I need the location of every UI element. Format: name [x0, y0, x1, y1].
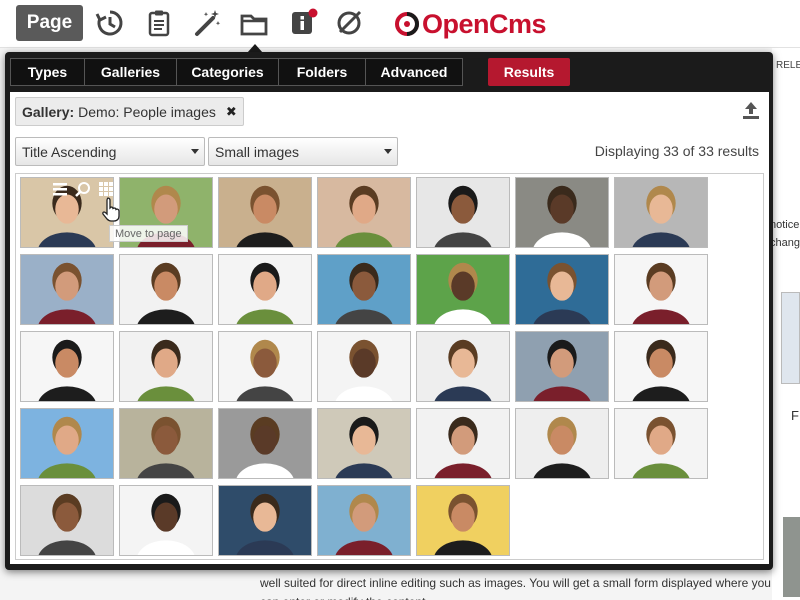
size-select-value: Small images — [215, 143, 300, 160]
image-thumbnail[interactable] — [20, 408, 114, 479]
image-thumbnail[interactable] — [416, 485, 510, 556]
background-body-text: well suited for direct inline editing su… — [260, 576, 771, 600]
folder-icon[interactable] — [237, 6, 271, 40]
magic-wand-icon[interactable] — [190, 6, 224, 40]
tab-results[interactable]: Results — [488, 58, 570, 86]
gallery-chip-name: Demo: People images — [78, 103, 216, 120]
sort-select-value: Title Ascending — [22, 143, 117, 160]
image-thumbnail[interactable] — [416, 254, 510, 325]
chevron-down-icon — [191, 149, 199, 154]
image-thumbnail[interactable] — [317, 331, 411, 402]
history-icon[interactable] — [93, 6, 127, 40]
page-button[interactable]: Page — [16, 5, 83, 41]
gallery-filter-chip: Gallery: Demo: People images ✖ — [15, 97, 244, 126]
tab-galleries[interactable]: Galleries — [84, 58, 176, 86]
image-thumbnail[interactable] — [614, 177, 708, 248]
hide-icon[interactable] — [332, 6, 366, 40]
image-thumbnail[interactable] — [20, 485, 114, 556]
image-thumbnail[interactable] — [317, 254, 411, 325]
remove-filter-icon[interactable]: ✖ — [226, 104, 237, 120]
image-thumbnail[interactable] — [119, 408, 213, 479]
tab-types[interactable]: Types — [10, 58, 84, 86]
image-thumbnail[interactable] — [416, 408, 510, 479]
gallery-tabs: Types Galleries Categories Folders Advan… — [10, 58, 463, 86]
tab-folders[interactable]: Folders — [278, 58, 365, 86]
opencms-logo-icon — [395, 12, 419, 36]
image-thumbnail[interactable] — [515, 254, 609, 325]
image-thumbnail[interactable] — [317, 485, 411, 556]
hand-cursor-icon — [102, 197, 120, 222]
size-select[interactable]: Small images — [208, 137, 398, 166]
image-thumbnail[interactable] — [416, 177, 510, 248]
image-thumbnail[interactable] — [20, 331, 114, 402]
image-thumbnail[interactable] — [119, 331, 213, 402]
image-thumbnail[interactable] — [317, 177, 411, 248]
zoom-icon[interactable] — [72, 179, 93, 199]
background-thumbnail — [781, 292, 800, 384]
info-icon[interactable] — [286, 6, 320, 40]
background-releases-text: RELE — [776, 60, 800, 71]
top-toolbar: Page OpenCms — [0, 0, 800, 48]
image-thumbnail[interactable] — [218, 177, 312, 248]
gallery-chip-prefix: Gallery: — [22, 103, 75, 120]
image-thumbnail[interactable] — [614, 254, 708, 325]
image-thumbnail[interactable] — [218, 254, 312, 325]
results-panel: Gallery: Demo: People images ✖ Title Asc… — [10, 92, 769, 564]
opencms-logo: OpenCms — [394, 4, 547, 44]
image-thumbnail[interactable] — [515, 177, 609, 248]
gallery-dialog: Types Galleries Categories Folders Advan… — [5, 52, 773, 570]
image-thumbnail[interactable] — [416, 331, 510, 402]
image-thumbnail[interactable] — [218, 408, 312, 479]
tab-categories[interactable]: Categories — [176, 58, 278, 86]
background-f-text: F — [791, 408, 799, 423]
image-thumbnail[interactable] — [218, 331, 312, 402]
background-notice-text: notice chang — [770, 219, 800, 249]
list-icon[interactable] — [49, 179, 70, 199]
image-thumbnail[interactable] — [218, 485, 312, 556]
image-thumbnail[interactable] — [614, 408, 708, 479]
result-count: Displaying 33 of 33 results — [594, 143, 759, 159]
image-thumbnail[interactable] — [119, 485, 213, 556]
image-thumbnail[interactable] — [20, 254, 114, 325]
image-thumbnail[interactable] — [317, 408, 411, 479]
sort-select[interactable]: Title Ascending — [15, 137, 205, 166]
image-thumbnail[interactable] — [515, 331, 609, 402]
background-thumbnail — [783, 517, 800, 597]
upload-icon[interactable] — [741, 100, 761, 120]
logo-text: OpenCms — [422, 8, 547, 39]
clipboard-icon[interactable] — [142, 6, 176, 40]
image-thumbnail[interactable] — [614, 331, 708, 402]
image-thumbnail[interactable] — [515, 408, 609, 479]
chevron-down-icon — [384, 149, 392, 154]
tab-advanced[interactable]: Advanced — [365, 58, 463, 86]
image-thumbnail[interactable] — [119, 254, 213, 325]
move-to-page-tooltip: Move to page — [109, 225, 188, 242]
